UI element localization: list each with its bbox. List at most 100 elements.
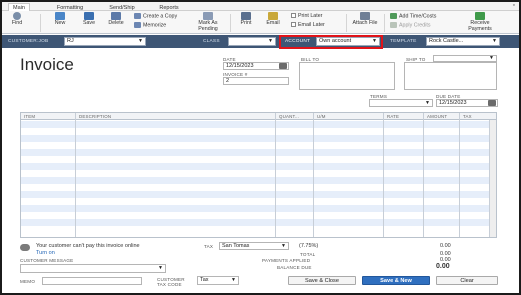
apply-credits-label: Apply Credits [399, 22, 431, 29]
mark-as-pending-button[interactable]: Mark As Pending [192, 12, 224, 32]
email-button[interactable]: Email [262, 12, 284, 27]
calendar-icon[interactable] [279, 63, 287, 69]
table-row[interactable] [21, 219, 496, 226]
table-row[interactable] [21, 121, 496, 128]
ribbon-tab-bar: Main Formatting Send/Ship Reports ▫ [2, 2, 519, 12]
table-row[interactable] [21, 184, 496, 191]
table-row[interactable] [21, 226, 496, 233]
memorize-label: Memorize [143, 22, 167, 29]
find-button[interactable]: Find [8, 12, 26, 27]
column-header-um: U/M [317, 114, 326, 119]
customer-job-label: CUSTOMER:JOB [8, 39, 49, 44]
customer-job-dropdown[interactable]: RJ ▼ [64, 37, 146, 46]
save-close-button[interactable]: Save & Close [288, 276, 356, 285]
attach-file-label: Attach File [352, 20, 378, 26]
new-button[interactable]: New [50, 12, 70, 27]
create-copy-label: Create a Copy [143, 13, 178, 20]
bill-to-field[interactable] [299, 62, 395, 90]
memo-label: MEMO [20, 279, 36, 284]
column-divider [75, 113, 76, 237]
save-label: Save [82, 20, 96, 26]
tax-label: TAX [204, 244, 214, 249]
delete-button[interactable]: Delete [104, 12, 128, 27]
toolbar-separator [384, 14, 385, 32]
print-later-checkbox[interactable]: Print Later [291, 13, 322, 19]
customer-tax-code-dropdown[interactable]: Tax ▼ [197, 276, 239, 285]
line-items-table[interactable]: ITEM DESCRIPTION QUANT... U/M RATE AMOUN… [20, 112, 497, 238]
chevron-down-icon: ▼ [425, 100, 430, 106]
save-button[interactable]: Save [78, 12, 100, 27]
column-header-description: DESCRIPTION [79, 114, 112, 119]
table-header: ITEM DESCRIPTION QUANT... U/M RATE AMOUN… [21, 113, 496, 120]
ship-to-dropdown[interactable]: ▼ [433, 55, 497, 62]
ship-to-field[interactable] [404, 62, 497, 90]
add-time-costs-button[interactable]: Add Time/Costs [390, 13, 436, 19]
table-row[interactable] [21, 156, 496, 163]
table-row[interactable] [21, 191, 496, 198]
table-row[interactable] [21, 205, 496, 212]
table-row[interactable] [21, 177, 496, 184]
date-value: 12/15/2023 [226, 63, 254, 69]
mark-as-pending-label: Mark As Pending [198, 20, 218, 32]
email-later-label: Email Later [298, 22, 325, 28]
tax-rate: (7.75%) [299, 243, 319, 249]
pending-icon [203, 12, 213, 20]
close-icon[interactable]: ▫ [513, 2, 515, 9]
class-dropdown[interactable]: ▼ [228, 37, 276, 46]
paperclip-icon [360, 12, 370, 20]
toolbar-separator [40, 14, 41, 32]
invoice-number-field[interactable]: 2 [223, 77, 289, 85]
turn-on-link[interactable]: Turn on [36, 250, 55, 256]
memorize-button[interactable]: Memorize [134, 22, 166, 28]
print-button[interactable]: Print [236, 12, 256, 27]
clear-button[interactable]: Clear [436, 276, 498, 285]
table-row[interactable] [21, 163, 496, 170]
receive-payments-label: Receive Payments [468, 20, 492, 32]
memo-field[interactable] [42, 277, 142, 285]
vertical-scrollbar[interactable] [489, 120, 496, 237]
column-header-amount: AMOUNT [427, 114, 448, 119]
template-dropdown[interactable]: Rock Castle... ▼ [426, 37, 500, 46]
tax-item-dropdown[interactable]: San Tomas ▼ [219, 242, 289, 250]
find-icon [13, 12, 21, 20]
toggle-icon[interactable] [20, 244, 30, 251]
delete-icon [111, 12, 121, 20]
customer-message-dropdown[interactable]: ▼ [20, 264, 166, 273]
tax-amount: 0.00 [440, 243, 451, 249]
toolbar: Find New Save Delete Create a Copy Memor… [2, 11, 519, 34]
table-row[interactable] [21, 212, 496, 219]
attach-file-button[interactable]: Attach File [352, 12, 378, 27]
memorize-icon [134, 22, 141, 28]
copy-icon [134, 13, 141, 19]
receive-payments-button[interactable]: Receive Payments [460, 12, 500, 32]
toolbar-separator [346, 14, 347, 32]
table-row[interactable] [21, 149, 496, 156]
due-date-value: 12/15/2023 [439, 100, 467, 106]
tax-code-value: Tax [200, 277, 209, 283]
column-divider [383, 113, 384, 237]
new-label: New [54, 20, 66, 26]
calendar-icon[interactable] [488, 100, 496, 106]
create-copy-button[interactable]: Create a Copy [134, 13, 177, 19]
table-row[interactable] [21, 198, 496, 205]
apply-credits-icon [390, 22, 397, 28]
apply-credits-button[interactable]: Apply Credits [390, 22, 431, 28]
table-row[interactable] [21, 128, 496, 135]
new-icon [55, 12, 65, 20]
add-time-costs-icon [390, 13, 397, 19]
balance-due-value: 0.00 [436, 263, 450, 270]
table-row[interactable] [21, 142, 496, 149]
toolbar-separator [230, 14, 231, 32]
table-row[interactable] [21, 170, 496, 177]
table-row[interactable] [21, 135, 496, 142]
add-time-costs-label: Add Time/Costs [399, 13, 437, 20]
total-label: TOTAL [300, 252, 316, 257]
column-header-tax: TAX [463, 114, 472, 119]
save-new-button[interactable]: Save & New [362, 276, 430, 285]
email-later-checkbox[interactable]: Email Later [291, 22, 325, 28]
template-label: TEMPLATE [390, 39, 417, 44]
page-title: Invoice [20, 55, 74, 74]
terms-dropdown[interactable]: ▼ [369, 99, 433, 107]
tax-item-value: San Tomas [222, 243, 250, 249]
chevron-down-icon: ▼ [268, 38, 273, 44]
